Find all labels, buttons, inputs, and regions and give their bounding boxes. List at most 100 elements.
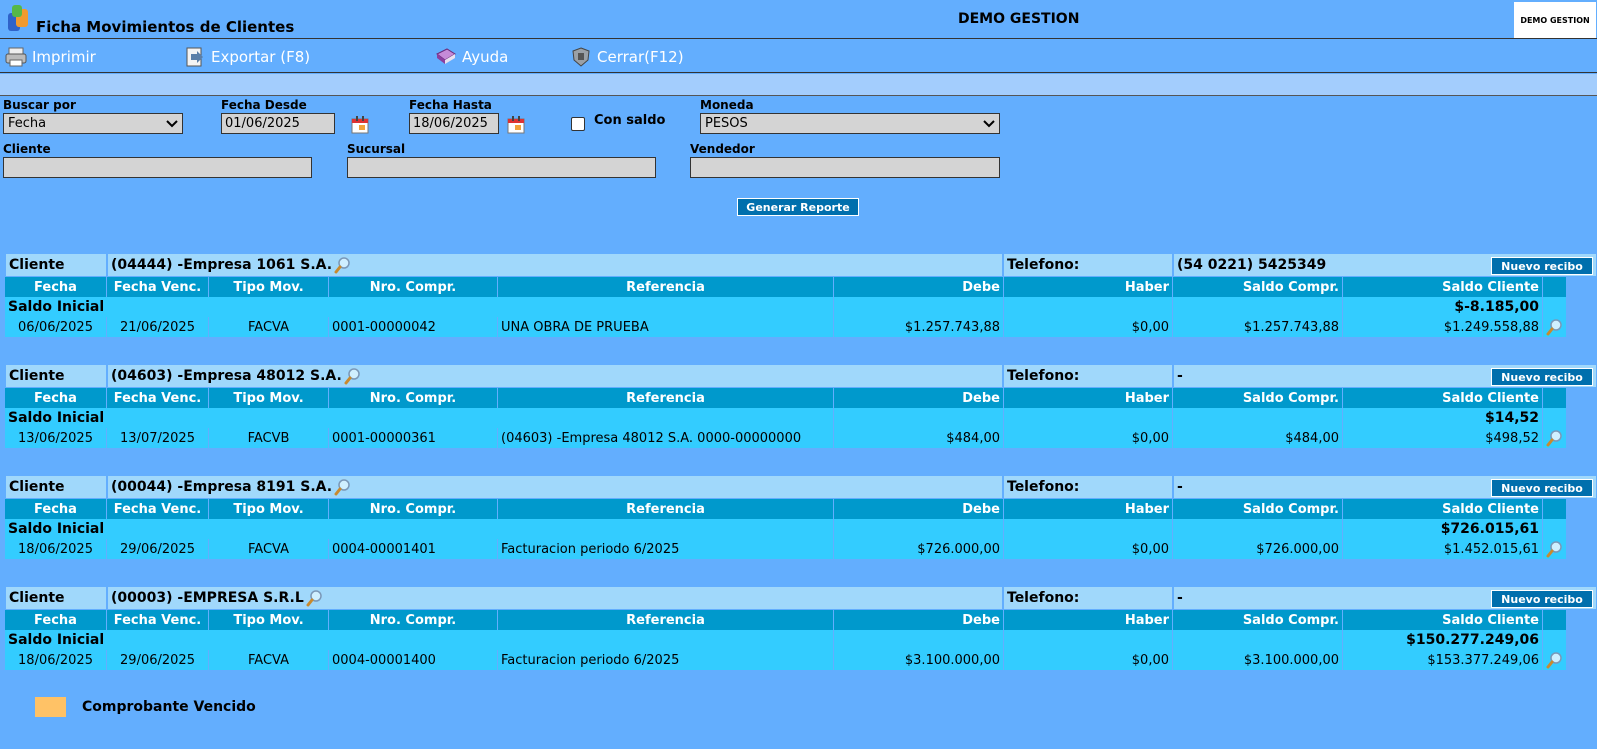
row-detail-cell: [1543, 317, 1567, 337]
empty-cell: [1173, 297, 1343, 317]
row-due-date: 13/07/2025: [107, 428, 209, 448]
initial-balance-row: Saldo Inicial $150.277.249,06: [5, 630, 1567, 650]
row-number: 0001-00000042: [329, 317, 498, 337]
column-header: Fecha: [5, 610, 107, 630]
app-logo-icon: [8, 5, 28, 31]
magnifier-icon[interactable]: [344, 367, 362, 385]
empty-cell: [834, 408, 1004, 428]
new-receipt-button[interactable]: Nuevo recibo: [1491, 368, 1593, 386]
column-header: Fecha: [5, 499, 107, 519]
magnifier-icon[interactable]: [1546, 651, 1564, 669]
table-header-row: Fecha Fecha Venc. Tipo Mov. Nro. Compr. Refe…: [5, 499, 1567, 519]
magnifier-icon[interactable]: [1546, 429, 1564, 447]
magnifier-icon[interactable]: [1546, 318, 1564, 336]
column-header: Referencia: [498, 388, 834, 408]
row-doc-balance: $726.000,00: [1173, 539, 1343, 559]
chevron-down-icon: [983, 119, 995, 127]
magnifier-icon[interactable]: [306, 589, 324, 607]
row-type: FACVA: [209, 317, 329, 337]
calendar-from-icon[interactable]: [349, 114, 371, 136]
initial-balance-value: $14,52: [1343, 408, 1543, 428]
header: Ficha Movimientos de Clientes DEMO GESTI…: [0, 0, 1597, 39]
row-detail-cell: [1543, 428, 1567, 448]
initial-balance-value: $-8.185,00: [1343, 297, 1543, 317]
branch-input[interactable]: [347, 157, 656, 178]
initial-balance-row: Saldo Inicial $14,52: [5, 408, 1567, 428]
client-block: Cliente (00044) -Empresa 8191 S.A. Telef…: [5, 475, 1597, 565]
initial-balance-row: Saldo Inicial $-8.185,00: [5, 297, 1567, 317]
magnifier-icon[interactable]: [334, 256, 352, 274]
phone-label: Telefono:: [1003, 253, 1173, 277]
table-row: 18/06/2025 29/06/2025 FACVA 0004-0000140…: [5, 650, 1567, 670]
row-number: 0004-00001401: [329, 539, 498, 559]
phone-cell: - Nuevo recibo: [1173, 364, 1597, 388]
export-button[interactable]: Exportar (F8): [183, 46, 310, 68]
row-credit: $0,00: [1004, 650, 1173, 670]
search-by-label: Buscar por: [3, 98, 76, 112]
help-button[interactable]: Ayuda: [434, 46, 508, 68]
balance-checkbox[interactable]: [571, 117, 585, 131]
row-doc-balance: $484,00: [1173, 428, 1343, 448]
client-name: (00003) -EMPRESA S.R.L: [111, 590, 304, 606]
row-credit: $0,00: [1004, 317, 1173, 337]
new-receipt-button[interactable]: Nuevo recibo: [1491, 257, 1593, 275]
generate-report-button[interactable]: Generar Reporte: [737, 198, 859, 216]
client-name: (00044) -Empresa 8191 S.A.: [111, 479, 333, 495]
balance-label: Con saldo: [594, 113, 666, 128]
date-to-input[interactable]: 18/06/2025: [409, 113, 499, 134]
column-header-spacer: [1543, 499, 1567, 519]
currency-select[interactable]: PESOS: [700, 113, 1000, 134]
close-button[interactable]: Cerrar(F12): [569, 46, 684, 68]
new-receipt-button[interactable]: Nuevo recibo: [1491, 590, 1593, 608]
empty-cell: [1004, 408, 1173, 428]
help-book-icon: [436, 48, 456, 64]
column-header: Fecha Venc.: [107, 388, 209, 408]
client-input[interactable]: [3, 157, 312, 178]
export-icon: [186, 47, 203, 67]
print-button[interactable]: Imprimir: [4, 46, 96, 68]
date-from-input[interactable]: 01/06/2025: [221, 113, 335, 134]
row-debit: $1.257.743,88: [834, 317, 1004, 337]
chevron-down-icon: [166, 119, 178, 127]
row-due-date: 29/06/2025: [107, 650, 209, 670]
column-header: Debe: [834, 499, 1004, 519]
row-debit: $484,00: [834, 428, 1004, 448]
column-header: Haber: [1004, 388, 1173, 408]
row-date: 18/06/2025: [5, 539, 107, 559]
phone-label: Telefono:: [1003, 475, 1173, 499]
column-header: Nro. Compr.: [329, 388, 498, 408]
new-receipt-button[interactable]: Nuevo recibo: [1491, 479, 1593, 497]
phone-value: (54 0221) 5425349: [1177, 257, 1327, 273]
row-credit: $0,00: [1004, 428, 1173, 448]
row-number: 0001-00000361: [329, 428, 498, 448]
column-header: Haber: [1004, 277, 1173, 297]
empty-cell: [1004, 630, 1173, 650]
magnifier-icon[interactable]: [334, 478, 352, 496]
page-title: Ficha Movimientos de Clientes: [36, 18, 295, 36]
calendar-to-icon[interactable]: [505, 114, 527, 136]
close-shield-icon: [572, 47, 590, 67]
column-header: Nro. Compr.: [329, 499, 498, 519]
empty-cell: [1173, 630, 1343, 650]
toolbar: Imprimir Exportar (F8) Ayuda Cerrar(F12): [0, 40, 1597, 73]
currency-value: PESOS: [705, 116, 748, 131]
search-by-select[interactable]: Fecha: [3, 113, 183, 134]
column-header: Debe: [834, 388, 1004, 408]
initial-balance-value: $150.277.249,06: [1343, 630, 1543, 650]
magnifier-icon[interactable]: [1546, 540, 1564, 558]
column-header-spacer: [1543, 277, 1567, 297]
seller-label: Vendedor: [690, 142, 755, 156]
table-header-row: Fecha Fecha Venc. Tipo Mov. Nro. Compr. Refe…: [5, 610, 1567, 630]
empty-cell: [834, 519, 1004, 539]
client-row: Cliente (04444) -Empresa 1061 S.A. Telef…: [5, 253, 1597, 277]
client-label: Cliente: [5, 253, 107, 277]
seller-input[interactable]: [690, 157, 1000, 178]
row-detail-cell: [1543, 650, 1567, 670]
print-label: Imprimir: [32, 48, 96, 66]
separator-strip: [0, 74, 1597, 96]
row-number: 0004-00001400: [329, 650, 498, 670]
empty-cell: [1543, 297, 1567, 317]
table-header-row: Fecha Fecha Venc. Tipo Mov. Nro. Compr. Refe…: [5, 388, 1567, 408]
column-header: Saldo Cliente: [1343, 388, 1543, 408]
column-header: Tipo Mov.: [209, 388, 329, 408]
